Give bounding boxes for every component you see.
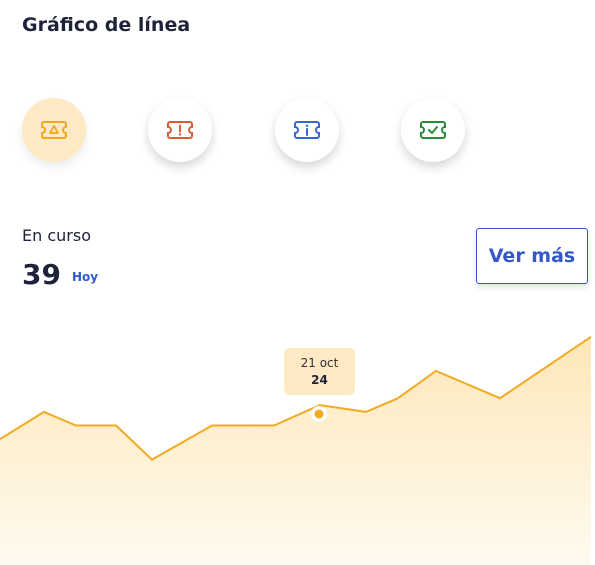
ticket-triangle-button[interactable] [22, 98, 86, 162]
chart-point [498, 396, 502, 400]
chart-point [434, 369, 438, 373]
ticket-info-button[interactable] [275, 98, 339, 162]
chart-tooltip: 21 oct 24 [284, 348, 355, 395]
chart-point [114, 424, 118, 428]
count-value: 39 [22, 258, 61, 291]
chart-point [150, 458, 154, 462]
period-label: Hoy [72, 270, 99, 284]
ticket-alert-button[interactable] [148, 98, 212, 162]
ticket-check-button[interactable] [401, 98, 465, 162]
ticket-triangle-icon [41, 121, 67, 139]
ticket-check-icon [420, 121, 446, 139]
chart-point [74, 424, 78, 428]
tooltip-value: 24 [311, 372, 328, 387]
tooltip-date: 21 oct [300, 355, 339, 370]
see-more-button[interactable]: Ver más [476, 228, 588, 284]
chart-point [42, 410, 46, 414]
tooltip-marker [314, 409, 324, 419]
status-label: En curso [22, 226, 91, 245]
chart-point [210, 424, 214, 428]
chart-point [589, 335, 593, 339]
page-title: Gráfico de línea [22, 14, 191, 36]
ticket-alert-icon [167, 121, 193, 139]
ticket-info-icon [294, 121, 320, 139]
chart-point [364, 410, 368, 414]
chart-point [272, 424, 276, 428]
chart-point [396, 396, 400, 400]
